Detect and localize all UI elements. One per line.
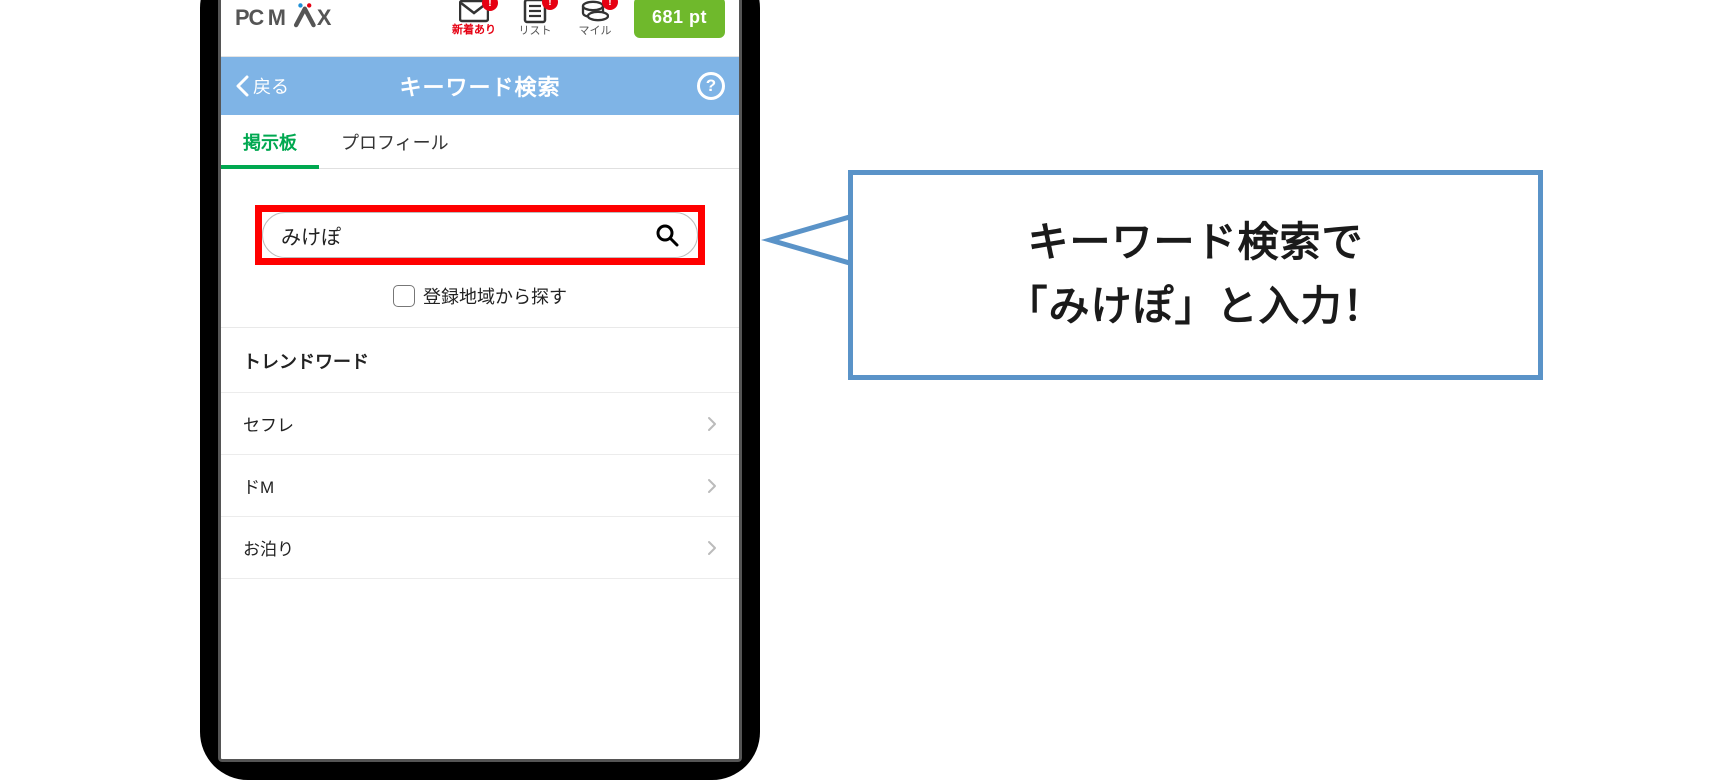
- trend-item[interactable]: ドM: [221, 455, 739, 517]
- region-checkbox[interactable]: [393, 285, 415, 307]
- tab-profile[interactable]: プロフィール: [319, 115, 471, 168]
- tabbar: 掲示板 プロフィール: [221, 115, 739, 169]
- svg-text:M: M: [268, 5, 285, 30]
- search-input[interactable]: [281, 224, 655, 247]
- badge-icon: !: [602, 0, 618, 10]
- phone-screen: PC M X ! 新着あり: [218, 0, 742, 762]
- svg-text:X: X: [317, 5, 332, 30]
- app-logo[interactable]: PC M X: [235, 1, 355, 35]
- trend-item[interactable]: セフレ: [221, 393, 739, 455]
- header-miles[interactable]: ! マイル: [574, 0, 616, 37]
- highlight-frame: [255, 205, 705, 265]
- trend-header: トレンドワード: [221, 328, 739, 393]
- trend-item-label: お泊り: [243, 535, 294, 560]
- header-miles-label: マイル: [578, 26, 611, 37]
- chevron-right-icon: [707, 540, 717, 556]
- header-list[interactable]: ! リスト: [514, 0, 556, 37]
- tab-board[interactable]: 掲示板: [221, 115, 319, 168]
- svg-text:PC: PC: [235, 5, 264, 30]
- callout-box: キーワード検索で 「みけぽ」と入力！: [848, 170, 1543, 380]
- help-button[interactable]: ?: [697, 72, 725, 100]
- header-mail[interactable]: ! 新着あり: [452, 0, 496, 36]
- search-box[interactable]: [262, 212, 698, 258]
- trend-item[interactable]: お泊り: [221, 517, 739, 579]
- badge-icon: !: [482, 0, 498, 11]
- search-icon[interactable]: [655, 223, 679, 247]
- page-navbar: 戻る キーワード検索 ?: [221, 57, 739, 115]
- callout-text: キーワード検索で 「みけぽ」と入力！: [1007, 211, 1385, 338]
- header-mail-label: 新着あり: [452, 25, 496, 36]
- region-filter-row[interactable]: 登録地域から探す: [255, 283, 705, 309]
- chevron-left-icon: [235, 75, 249, 97]
- chevron-right-icon: [707, 416, 717, 432]
- trend-item-label: セフレ: [243, 411, 294, 436]
- back-label: 戻る: [253, 73, 289, 99]
- chevron-right-icon: [707, 478, 717, 494]
- search-area: 登録地域から探す: [221, 169, 739, 328]
- back-button[interactable]: 戻る: [235, 73, 289, 99]
- points-button[interactable]: 681 pt: [634, 0, 725, 38]
- badge-icon: !: [542, 0, 558, 10]
- trend-item-label: ドM: [243, 473, 274, 498]
- phone-frame: PC M X ! 新着あり: [200, 0, 760, 780]
- header-list-label: リスト: [518, 26, 551, 37]
- page-title: キーワード検索: [221, 70, 739, 102]
- app-header: PC M X ! 新着あり: [221, 0, 739, 57]
- region-checkbox-label: 登録地域から探す: [423, 283, 567, 309]
